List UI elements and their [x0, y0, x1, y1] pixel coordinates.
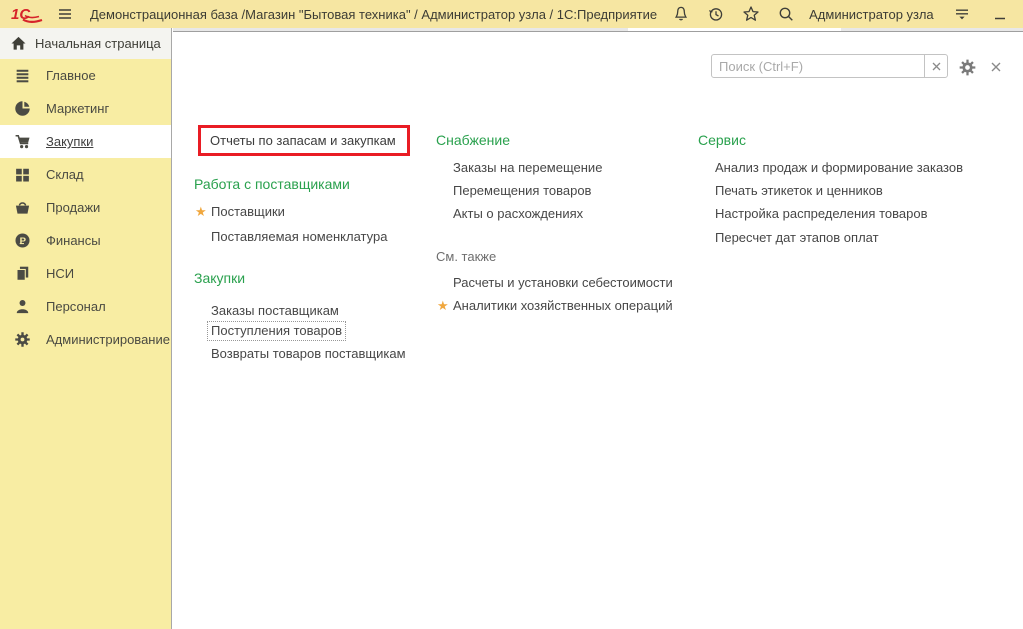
svg-text:P: P [20, 236, 27, 247]
sections-list-icon [14, 67, 31, 84]
ruble-coin-icon: P [14, 232, 31, 249]
sidebar-item-home[interactable]: Начальная страница [0, 28, 171, 59]
command-print-labels[interactable]: Печать этикеток и ценников [715, 183, 883, 199]
sidebar-item-marketing[interactable]: Маркетинг [0, 92, 171, 125]
sidebar-item-nsi[interactable]: НСИ [0, 257, 171, 290]
warehouse-grid-icon [14, 166, 31, 183]
search-input[interactable] [712, 55, 924, 77]
section-header-service: Сервис [698, 132, 746, 149]
sidebar-item-warehouse[interactable]: Склад [0, 158, 171, 191]
favorite-star-icon[interactable]: ★ [195, 204, 207, 220]
sidebar-item-label: НСИ [46, 266, 74, 281]
search-icon[interactable] [775, 3, 797, 25]
section-header-supply: Снабжение [436, 132, 510, 149]
sidebar-item-personnel[interactable]: Персонал [0, 290, 171, 323]
sidebar-item-label: Закупки [46, 134, 93, 149]
titlebar-tools: Администратор узла [657, 3, 1023, 25]
sidebar: Начальная страница Главное Маркетинг З [0, 28, 171, 629]
search-clear-icon[interactable] [924, 55, 947, 77]
sidebar-item-label: Начальная страница [35, 36, 161, 51]
panel-close-icon[interactable] [988, 59, 1004, 75]
titlebar: 1С Демонстрационная база /Магазин "Бытов… [0, 0, 1023, 28]
gear-icon [14, 331, 31, 348]
main-panel: Отчеты по запасам и закупкам Работа с по… [171, 28, 1023, 629]
sidebar-item-sales[interactable]: Продажи [0, 191, 171, 224]
current-user: Администратор узла [809, 7, 934, 22]
command-discrepancy-acts[interactable]: Акты о расхождениях [453, 206, 583, 222]
command-supplier-orders[interactable]: Заказы поставщикам [211, 303, 339, 319]
command-cost-calculations[interactable]: Расчеты и установки себестоимости [453, 275, 673, 291]
sidebar-item-label: Финансы [46, 233, 101, 248]
section-header-see-also: См. также [436, 248, 496, 265]
pie-chart-icon [14, 100, 31, 117]
minimize-icon[interactable] [989, 3, 1011, 25]
command-recalc-payment-dates[interactable]: Пересчет дат этапов оплат [715, 230, 879, 246]
panel-settings-gear-icon[interactable] [956, 56, 978, 78]
shopping-cart-icon [14, 133, 31, 150]
sidebar-item-finance[interactable]: P Финансы [0, 224, 171, 257]
sidebar-item-purchases[interactable]: Закупки [0, 125, 171, 158]
sidebar-item-label: Маркетинг [46, 101, 109, 116]
favorite-star-icon[interactable]: ★ [437, 298, 449, 314]
sidebar-item-administration[interactable]: Администрирование [0, 323, 171, 356]
section-header-purchases: Закупки [194, 270, 245, 287]
sidebar-item-label: Администрирование [46, 332, 170, 347]
1c-logo-icon: 1С [10, 3, 46, 25]
function-search [711, 54, 948, 78]
command-supplied-nomenclature[interactable]: Поставляемая номенклатура [211, 229, 387, 245]
sidebar-item-label: Главное [46, 68, 96, 83]
command-suppliers[interactable]: Поставщики [211, 204, 285, 220]
command-transfer-orders[interactable]: Заказы на перемещение [453, 160, 602, 176]
documents-icon [14, 265, 31, 282]
sidebar-item-label: Персонал [46, 299, 106, 314]
main-menu-icon[interactable] [54, 3, 76, 25]
command-goods-transfers[interactable]: Перемещения товаров [453, 183, 591, 199]
section-header-suppliers-work: Работа с поставщиками [194, 176, 350, 193]
commands-panel: Отчеты по запасам и закупкам Работа с по… [173, 31, 1023, 629]
person-icon [14, 298, 31, 315]
command-returns-to-suppliers[interactable]: Возвраты товаров поставщикам [211, 346, 406, 362]
command-sales-analysis[interactable]: Анализ продаж и формирование заказов [715, 160, 963, 176]
sidebar-item-label: Продажи [46, 200, 100, 215]
window-title: Демонстрационная база /Магазин "Бытовая … [90, 7, 657, 22]
highlighted-command-reports[interactable]: Отчеты по запасам и закупкам [198, 125, 410, 156]
sidebar-item-label: Склад [46, 167, 84, 182]
command-distribution-settings[interactable]: Настройка распределения товаров [715, 206, 927, 222]
app-window: 1С Демонстрационная база /Магазин "Бытов… [0, 0, 1023, 629]
notifications-bell-icon[interactable] [670, 3, 692, 25]
sidebar-item-main[interactable]: Главное [0, 59, 171, 92]
basket-icon [14, 199, 31, 216]
favorites-star-icon[interactable] [740, 3, 762, 25]
command-business-analytics[interactable]: Аналитики хозяйственных операций [453, 298, 673, 314]
history-icon[interactable] [705, 3, 727, 25]
service-menu-icon[interactable] [951, 3, 973, 25]
command-goods-receipts[interactable]: Поступления товаров [207, 321, 346, 341]
home-icon [10, 35, 27, 52]
command-label: Отчеты по запасам и закупкам [201, 133, 396, 148]
